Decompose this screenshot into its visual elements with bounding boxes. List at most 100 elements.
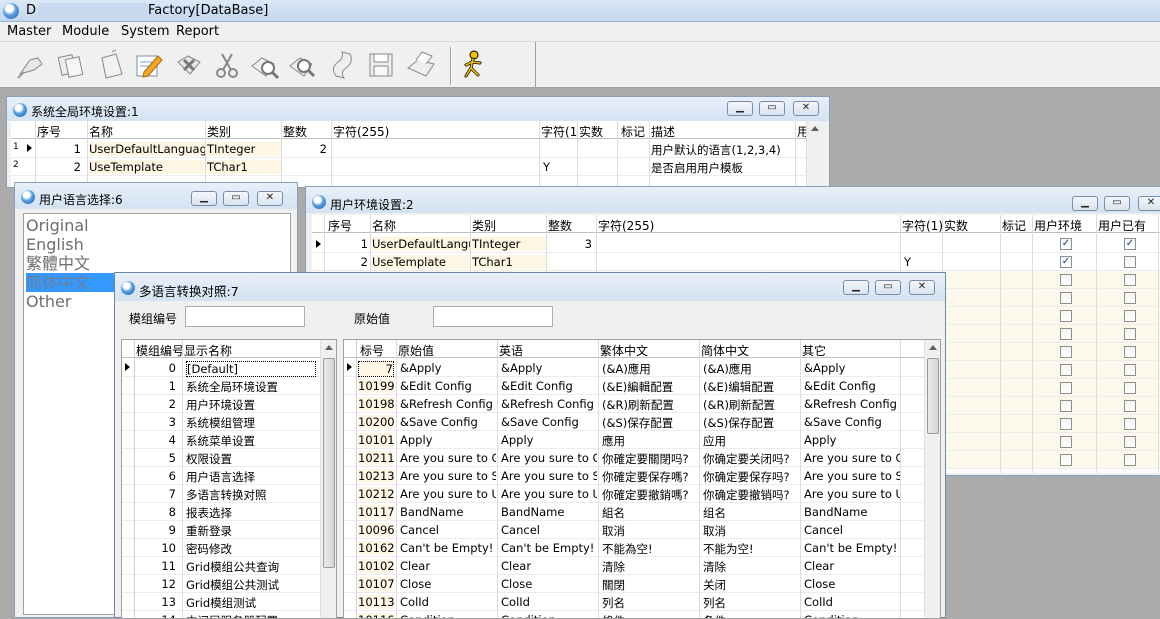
table-row[interactable]: 10198 &Refresh Config &Refresh Config (&R)刷… (344, 395, 940, 413)
copy-icon[interactable] (54, 48, 88, 82)
col-header[interactable]: 类别 (207, 123, 231, 140)
col-header[interactable]: 标记 (621, 123, 645, 140)
user-has-checkbox[interactable] (1124, 418, 1136, 430)
user-env-checkbox[interactable] (1060, 418, 1072, 430)
table-row[interactable]: 10117 BandName BandName 組名 组名 BandName (344, 503, 940, 521)
original-value-input[interactable] (433, 306, 553, 327)
table-row[interactable]: 9 重新登录 (122, 521, 336, 539)
table-row[interactable]: 10 密码修改 (122, 539, 336, 557)
menu-system[interactable]: System (121, 24, 169, 39)
list-item[interactable]: 繁體中文 (26, 254, 90, 273)
col-header[interactable]: 字符(255) (598, 217, 654, 234)
user-env-checkbox[interactable] (1060, 436, 1072, 448)
minimize-button[interactable]: ▁ (843, 280, 869, 295)
col-header[interactable]: 标记 (1002, 217, 1026, 234)
col-header[interactable]: 其它 (802, 342, 826, 359)
table-row[interactable]: 10113 ColId ColId 列名 列名 ColId (344, 593, 940, 611)
maximize-button[interactable]: ▭ (875, 280, 901, 295)
user-has-checkbox[interactable] (1124, 436, 1136, 448)
user-env-checkbox[interactable] (1060, 274, 1072, 286)
menu-report[interactable]: Report (176, 24, 219, 39)
col-header[interactable]: 序号 (328, 217, 352, 234)
user-has-checkbox[interactable] (1124, 364, 1136, 376)
col-header[interactable]: 显示名称 (184, 342, 232, 359)
close-button[interactable]: ✕ (1138, 196, 1160, 211)
col-header[interactable]: 序号 (37, 123, 61, 140)
table-row[interactable]: 10211 Are you sure to Clos Are you sure to… (344, 449, 940, 467)
list-item[interactable]: English (26, 235, 84, 254)
user-env-checkbox[interactable] (1060, 454, 1072, 466)
vertical-scrollbar[interactable] (806, 121, 823, 187)
user-env-checkbox[interactable] (1060, 364, 1072, 376)
scroll-thumb[interactable] (323, 358, 335, 568)
col-header[interactable]: 用户已有 (1098, 217, 1146, 234)
table-row[interactable]: 6 用户语言选择 (122, 467, 336, 485)
table-row[interactable]: 7 多语言转换对照 (122, 485, 336, 503)
list-item[interactable]: Other (26, 292, 71, 311)
table-row[interactable]: 8 报表选择 (122, 503, 336, 521)
user-has-checkbox[interactable] (1124, 382, 1136, 394)
maximize-button[interactable]: ▭ (223, 191, 249, 206)
table-row[interactable]: 10096 Cancel Cancel 取消 取消 Cancel (344, 521, 940, 539)
print-icon[interactable] (404, 48, 438, 82)
scroll-thumb[interactable] (927, 358, 939, 434)
user-env-checkbox[interactable] (1060, 400, 1072, 412)
col-header[interactable]: 整数 (283, 123, 307, 140)
col-header[interactable]: 用户环境 (1034, 217, 1082, 234)
table-row[interactable]: 10199 &Edit Config &Edit Config (&E)編輯配置 (&E… (344, 377, 940, 395)
table-row[interactable]: 2 2 UseTemplate TChar1 Y 是否启用用户模板 (11, 158, 823, 176)
scroll-up-icon[interactable] (929, 345, 937, 350)
minimize-button[interactable]: ▁ (1072, 196, 1098, 211)
table-row[interactable]: 10200 &Save Config &Save Config (&S)保存配置 (&S… (344, 413, 940, 431)
col-header[interactable]: 名称 (372, 217, 396, 234)
table-row[interactable]: 5 权限设置 (122, 449, 336, 467)
table-row[interactable]: 4 系统菜单设置 (122, 431, 336, 449)
user-env-checkbox[interactable] (1060, 328, 1072, 340)
table-row[interactable]: 10213 Are you sure to Save Are you sure to… (344, 467, 940, 485)
col-header[interactable]: 整数 (548, 217, 572, 234)
table-row[interactable]: 10162 Can't be Empty! Can't be Empty! 不能為空!… (344, 539, 940, 557)
col-header[interactable]: 名称 (89, 123, 113, 140)
user-env-checkbox[interactable]: ✓ (1060, 238, 1072, 250)
col-header[interactable]: 标号 (360, 342, 384, 359)
user-has-checkbox[interactable] (1124, 454, 1136, 466)
new-document-icon[interactable] (94, 48, 128, 82)
vertical-scrollbar[interactable] (924, 340, 940, 618)
table-row[interactable]: 10102 Clear Clear 清除 清除 Clear (344, 557, 940, 575)
minimize-button[interactable]: ▁ (727, 101, 753, 116)
table-row[interactable]: 3 系统模组管理 (122, 413, 336, 431)
col-header[interactable]: 类别 (472, 217, 496, 234)
col-header[interactable]: 原始值 (398, 342, 434, 359)
find-next-icon[interactable] (286, 48, 320, 82)
user-has-checkbox[interactable] (1124, 292, 1136, 304)
minimize-button[interactable]: ▁ (191, 191, 217, 206)
paste-icon[interactable] (326, 48, 360, 82)
table-row[interactable]: 10101 Apply Apply 應用 应用 Apply (344, 431, 940, 449)
module-id-input[interactable] (185, 306, 305, 327)
table-row[interactable]: 2 用户环境设置 (122, 395, 336, 413)
cut-icon[interactable] (210, 48, 244, 82)
col-header[interactable]: 字符(1) (902, 217, 943, 234)
user-has-checkbox[interactable] (1124, 310, 1136, 322)
scroll-up-icon[interactable] (811, 126, 819, 131)
col-header[interactable]: 简体中文 (701, 342, 749, 359)
col-header[interactable]: 实数 (944, 217, 968, 234)
menu-module[interactable]: Module (62, 24, 109, 39)
user-env-checkbox[interactable] (1060, 382, 1072, 394)
user-env-checkbox[interactable]: ✓ (1060, 256, 1072, 268)
col-header[interactable]: 字符(255) (333, 123, 389, 140)
close-button[interactable]: ✕ (793, 101, 819, 116)
list-item[interactable]: Original (26, 216, 89, 235)
maximize-button[interactable]: ▭ (759, 101, 785, 116)
table-row[interactable]: 10212 Are you sure to Und Are you sure to … (344, 485, 940, 503)
table-row[interactable]: 7 &Apply &Apply (&A)應用 (&A)應用 &Apply (344, 359, 940, 377)
vertical-scrollbar[interactable] (320, 340, 336, 618)
user-has-checkbox[interactable] (1124, 400, 1136, 412)
delete-icon[interactable] (172, 48, 206, 82)
runner-icon[interactable] (456, 48, 490, 82)
col-header[interactable]: 字符(1 (541, 123, 577, 140)
scroll-up-icon[interactable] (325, 345, 333, 350)
table-row[interactable]: 0 [Default] (122, 359, 336, 377)
menu-master[interactable]: Master (7, 24, 51, 39)
table-row[interactable]: 1 系统全局环境设置 (122, 377, 336, 395)
